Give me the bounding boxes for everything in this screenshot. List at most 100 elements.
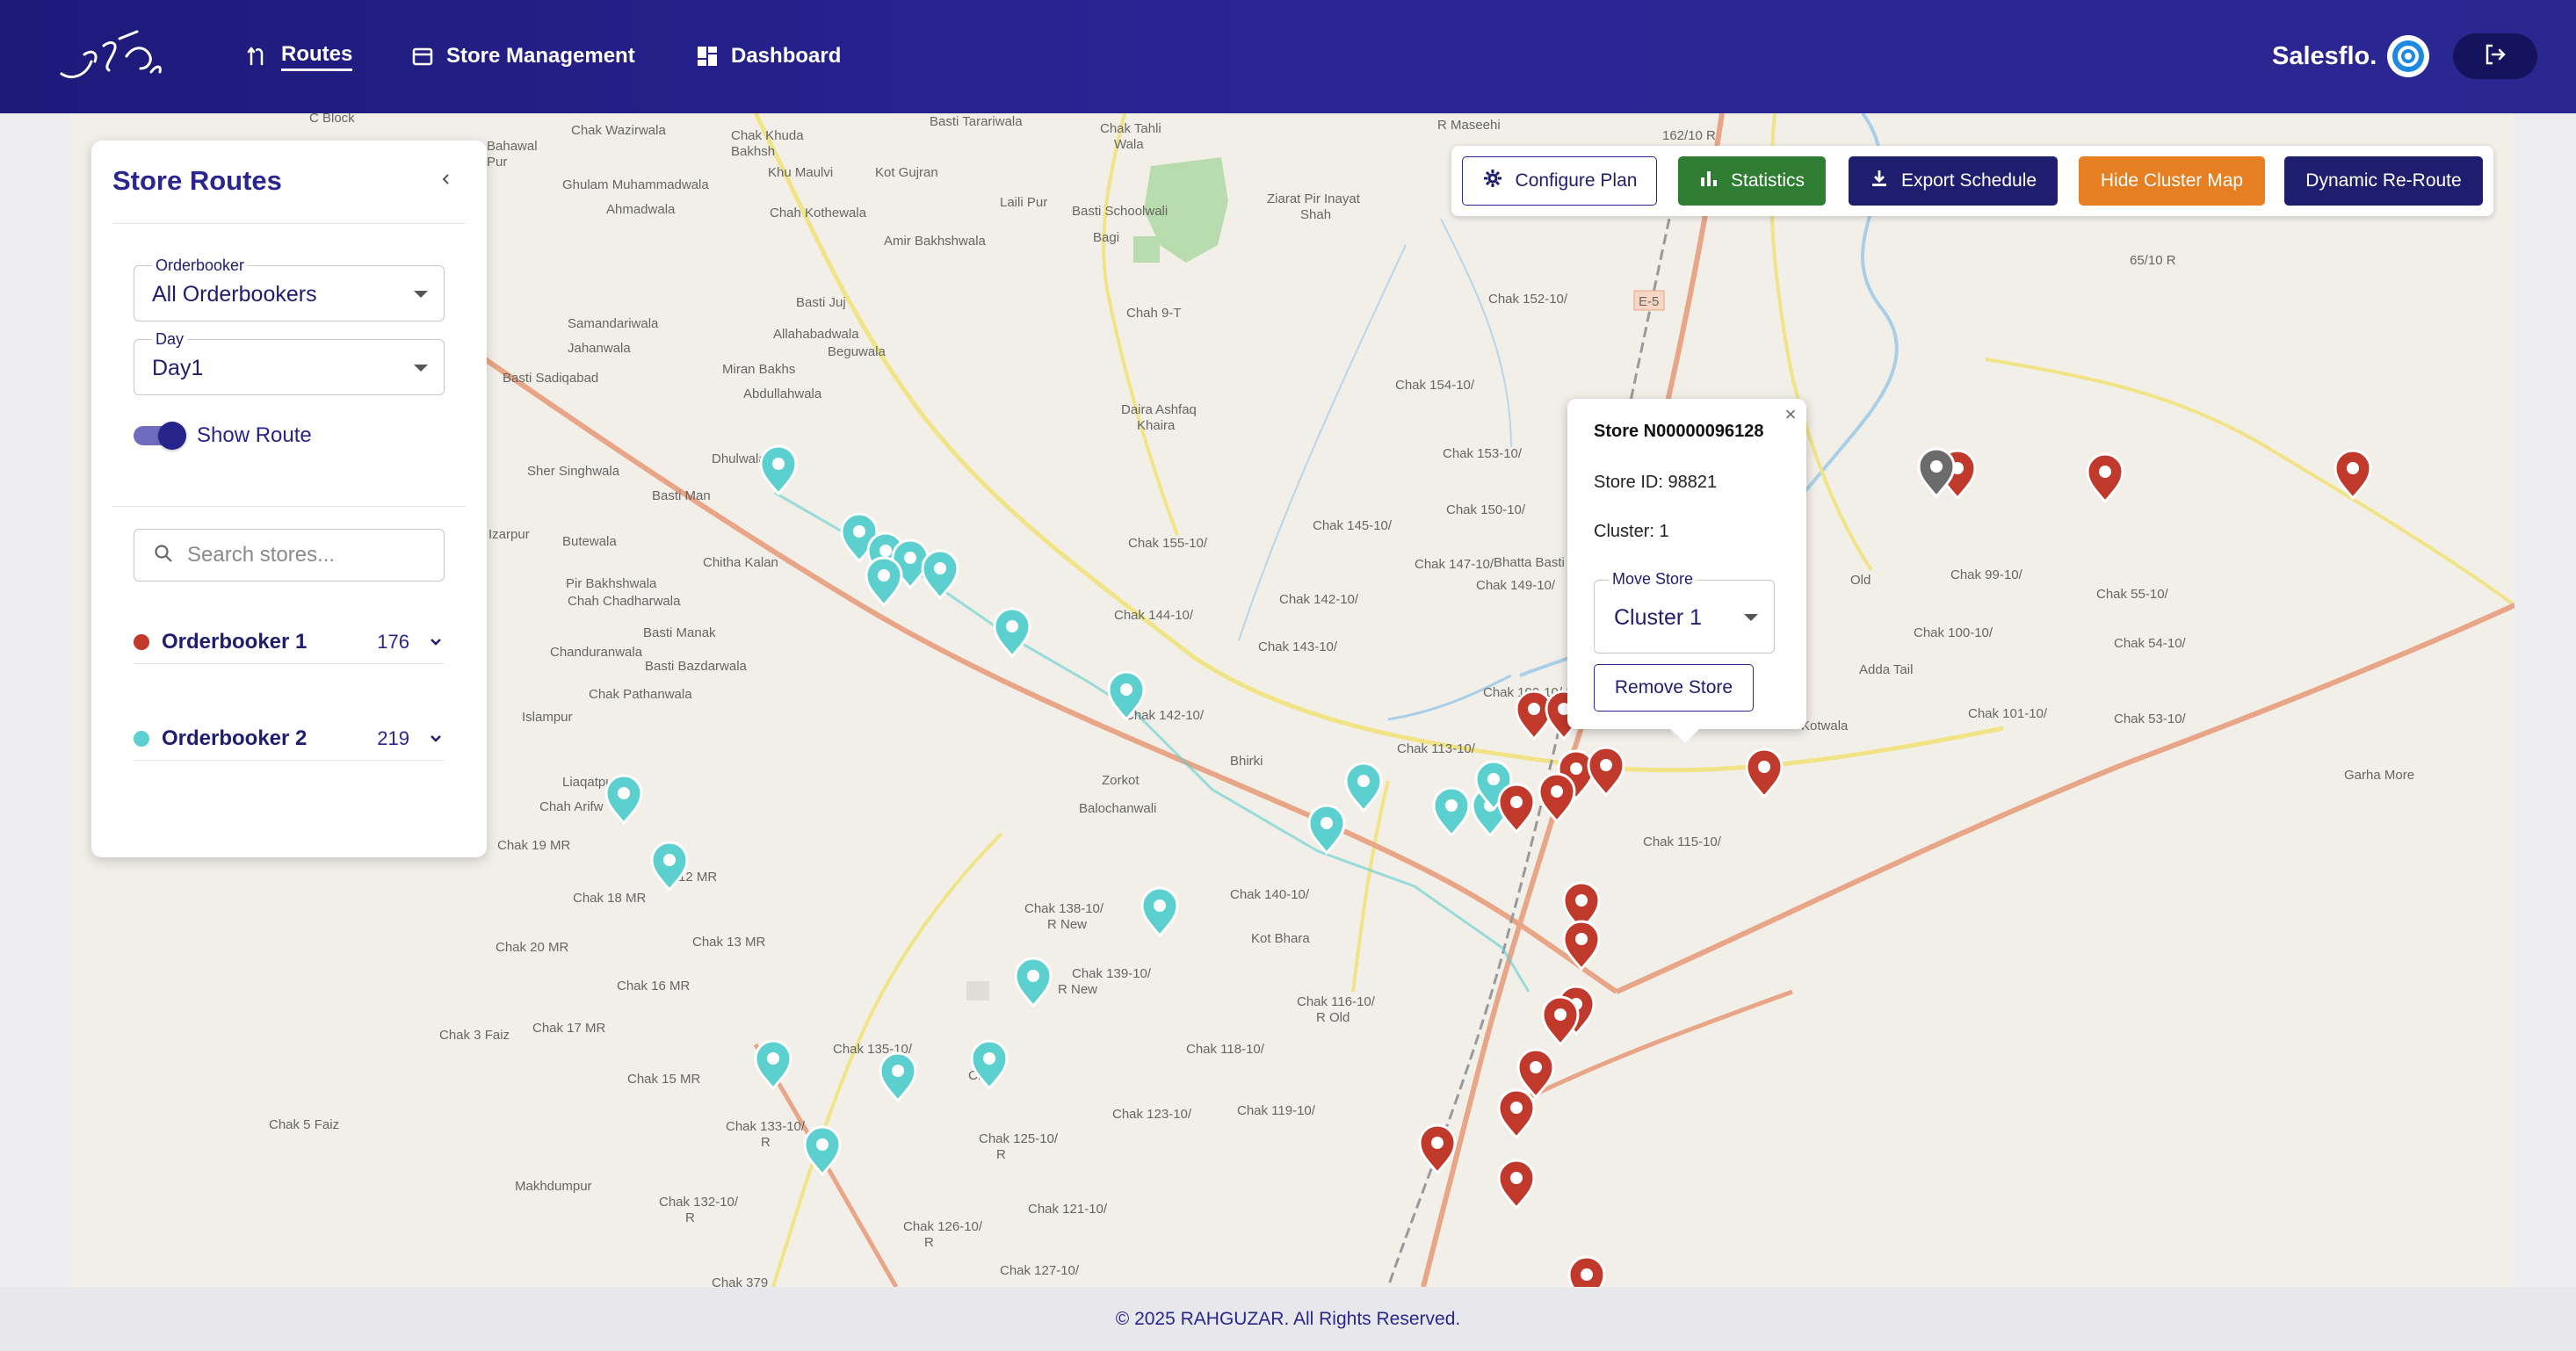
nav-routes-label: Routes (281, 42, 353, 71)
svg-text:Islampur: Islampur (522, 710, 573, 725)
svg-text:Chak 155-10/: Chak 155-10/ (1128, 536, 1208, 551)
orderbooker-name: Orderbooker 2 (162, 726, 308, 750)
divider (112, 506, 466, 507)
hide-cluster-map-button[interactable]: Hide Cluster Map (2079, 156, 2265, 206)
orderbooker-1-pins[interactable] (1418, 447, 2372, 1287)
statistics-label: Statistics (1730, 170, 1805, 191)
footer: © 2025 RAHGUZAR. All Rights Reserved. (0, 1287, 2576, 1351)
svg-text:Chak 153-10/: Chak 153-10/ (1443, 446, 1523, 461)
svg-text:R: R (685, 1210, 695, 1225)
move-store-select[interactable]: Move Store Cluster 1 (1594, 570, 1775, 654)
svg-text:Beguwala: Beguwala (828, 344, 886, 359)
show-route-toggle[interactable]: Show Route (134, 422, 312, 450)
store-pin (993, 607, 1031, 659)
svg-text:Basti Tarariwala: Basti Tarariwala (930, 114, 1023, 129)
chevron-down-icon[interactable] (427, 633, 445, 651)
orderbooker-row[interactable]: Orderbooker 1 176 (134, 620, 445, 664)
svg-text:Basti Bazdarwala: Basti Bazdarwala (645, 659, 748, 674)
canal (1440, 218, 1512, 448)
store-pin (1140, 886, 1179, 938)
chevron-down-icon[interactable] (427, 730, 445, 748)
svg-text:65/10 R: 65/10 R (2130, 253, 2176, 268)
dropdown-caret-icon (414, 291, 428, 298)
logout-button[interactable] (2453, 33, 2537, 79)
dynamic-reroute-button[interactable]: Dynamic Re-Route (2284, 156, 2483, 206)
svg-text:Chak 154-10/: Chak 154-10/ (1395, 378, 1475, 393)
svg-text:E-5: E-5 (1639, 294, 1659, 309)
svg-text:Chak Tahli: Chak Tahli (1100, 121, 1161, 136)
svg-text:Chak 99-10/: Chak 99-10/ (1950, 567, 2023, 582)
toggle-switch[interactable] (134, 422, 186, 450)
statistics-button[interactable]: Statistics (1678, 156, 1826, 206)
park-area (1133, 236, 1160, 263)
orderbooker-select[interactable]: Orderbooker All Orderbookers (134, 256, 445, 321)
collapse-panel-button[interactable] (431, 165, 462, 197)
nav-dashboard[interactable]: Dashboard (696, 39, 841, 74)
close-icon[interactable]: × (1780, 404, 1801, 425)
svg-text:Chak 138-10/: Chak 138-10/ (1024, 901, 1104, 916)
svg-text:Chak 20 MR: Chak 20 MR (496, 940, 569, 955)
svg-text:Pir Bakhshwala: Pir Bakhshwala (566, 576, 657, 591)
map-toolbar: Configure Plan Statistics Export Schedul… (1451, 146, 2493, 216)
store-pin (1497, 1159, 1536, 1210)
svg-text:Chak 118-10/: Chak 118-10/ (1186, 1042, 1265, 1057)
svg-text:Ziarat Pir Inayat: Ziarat Pir Inayat (1267, 191, 1361, 206)
svg-text:Kotwala: Kotwala (1801, 719, 1849, 733)
export-schedule-label: Export Schedule (1900, 170, 2037, 191)
svg-text:Chah Arifw: Chah Arifw (539, 799, 604, 814)
orderbooker-color-dot (134, 633, 149, 650)
export-schedule-button[interactable]: Export Schedule (1849, 156, 2058, 206)
svg-text:R New: R New (1058, 982, 1097, 997)
svg-text:Chak 55-10/: Chak 55-10/ (2096, 587, 2169, 602)
orderbooker-name: Orderbooker 1 (162, 629, 308, 654)
svg-text:Wala: Wala (1114, 137, 1144, 152)
svg-text:Makhdumpur: Makhdumpur (515, 1179, 592, 1194)
svg-text:Bagi: Bagi (1093, 230, 1119, 245)
nav-dashboard-label: Dashboard (731, 44, 842, 68)
store-cluster: Cluster: 1 (1594, 522, 1669, 541)
dropdown-caret-icon (1744, 614, 1758, 621)
svg-text:Chah Kothewala: Chah Kothewala (770, 206, 867, 220)
move-store-value: Cluster 1 (1614, 605, 1703, 630)
remove-store-button[interactable]: Remove Store (1594, 664, 1754, 712)
nav-store-management[interactable]: Store Management (411, 39, 635, 74)
rahguzar-logo[interactable] (53, 19, 167, 93)
store-search[interactable] (134, 529, 445, 582)
svg-text:Khu Maulvi: Khu Maulvi (768, 165, 833, 180)
svg-text:Basti Juj: Basti Juj (796, 295, 846, 310)
orderbooker-row[interactable]: Orderbooker 2 219 (134, 717, 445, 761)
svg-text:Pur: Pur (487, 155, 507, 170)
hide-cluster-map-label: Hide Cluster Map (2100, 170, 2244, 191)
store-pin (1497, 783, 1536, 834)
search-input[interactable] (187, 543, 424, 567)
store-pin (865, 556, 903, 608)
svg-text:Chak 150-10/: Chak 150-10/ (1446, 502, 1526, 517)
store-popup: × Store N00000096128 Store ID: 98821 Clu… (1567, 399, 1806, 743)
svg-text:Basti Manak: Basti Manak (643, 625, 716, 640)
store-pin (1418, 1123, 1457, 1175)
svg-text:Chak 115-10/: Chak 115-10/ (1643, 834, 1722, 849)
dropdown-caret-icon (414, 365, 428, 372)
svg-text:Basti Schoolwali: Basti Schoolwali (1072, 204, 1168, 219)
svg-text:Chak 19 MR: Chak 19 MR (497, 838, 571, 853)
day-select-label: Day (152, 330, 188, 349)
configure-plan-button[interactable]: Configure Plan (1462, 156, 1657, 206)
svg-text:R Old: R Old (1316, 1010, 1350, 1025)
store-pin (1497, 1088, 1536, 1140)
svg-text:Garha More: Garha More (2344, 768, 2414, 783)
brand: Salesflo. (2272, 35, 2430, 77)
svg-text:R: R (996, 1147, 1006, 1162)
svg-text:Chak 13 MR: Chak 13 MR (692, 935, 766, 950)
store-routes-panel: Store Routes Orderbooker All Orderbooker… (91, 141, 487, 857)
svg-text:162/10 R: 162/10 R (1662, 128, 1716, 143)
svg-text:Laili Pur: Laili Pur (1000, 195, 1047, 210)
svg-text:Chak 143-10/: Chak 143-10/ (1258, 639, 1338, 654)
svg-text:Chak 113-10/: Chak 113-10/ (1397, 741, 1476, 756)
svg-text:Khaira: Khaira (1137, 418, 1176, 433)
day-select[interactable]: Day Day1 (134, 330, 445, 395)
svg-text:Chah Chadharwala: Chah Chadharwala (568, 594, 681, 609)
store-pin (1014, 957, 1053, 1008)
svg-text:Chak 140-10/: Chak 140-10/ (1230, 887, 1310, 902)
svg-text:Chak 127-10/: Chak 127-10/ (1000, 1263, 1080, 1278)
nav-routes[interactable]: Routes (246, 39, 353, 74)
